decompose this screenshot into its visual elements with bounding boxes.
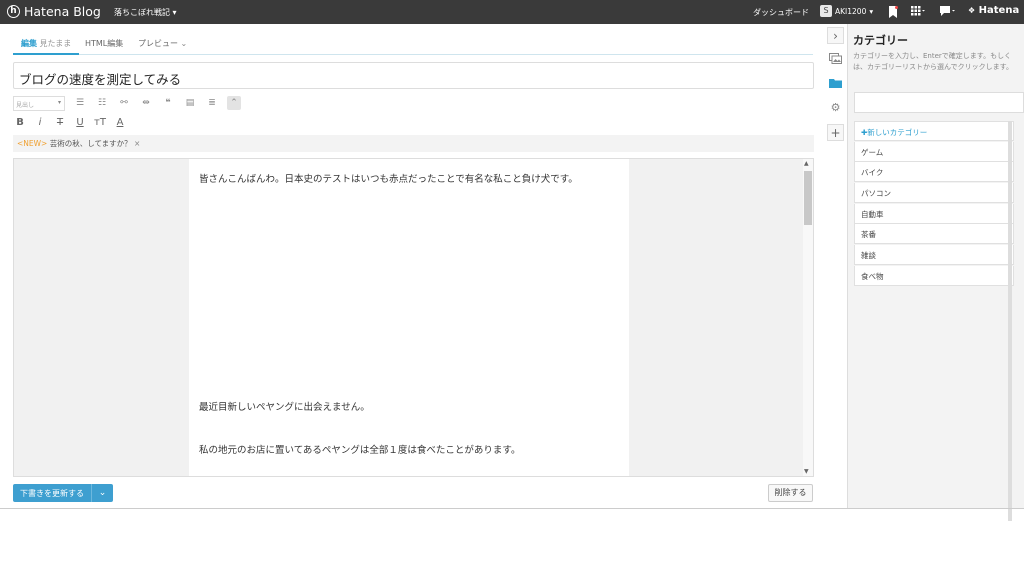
save-draft-label: 下書きを更新する [20, 489, 84, 498]
user-menu[interactable]: S AKI1200 ▾ [820, 5, 873, 17]
avatar: S [820, 5, 832, 17]
chevron-down-icon: ▾ [869, 6, 874, 16]
dashboard-link[interactable]: ダッシュボード [753, 7, 809, 18]
bold-icon[interactable]: B [13, 116, 27, 130]
category-list: ✚新しいカテゴリー ゲーム バイク パソコン 自動車 茶番 雑談 食べ物 [854, 121, 1014, 287]
divider [0, 508, 1024, 509]
logo-text: Hatena Blog [24, 4, 101, 19]
scroll-up-icon[interactable]: ▲ [804, 160, 809, 167]
heading-select[interactable]: 見出し [13, 95, 65, 111]
tab-html-edit[interactable]: HTML編集 [85, 38, 123, 55]
read-more-icon[interactable]: ≣ [205, 96, 219, 110]
chevron-down-icon: ▾ [172, 8, 177, 17]
link-icon[interactable]: ⚯ [117, 96, 131, 110]
top-navigation-bar: h Hatena Blog 落ちこぼれ戦記 ▾ ダッシュボード S AKI120… [0, 0, 1024, 24]
announcement-link[interactable]: 芸術の秋、してますか？ [50, 139, 132, 148]
category-folder-icon[interactable] [827, 76, 844, 93]
new-category-button[interactable]: ✚新しいカテゴリー [854, 121, 1014, 141]
tab-preview[interactable]: プレビュー ⌄ [138, 38, 187, 55]
body-paragraph: 皆さんこんばんわ。日本史のテストはいつも赤点だったことで有名な私こと負け犬です。 [199, 174, 578, 185]
toolbar-row-1: 見出し ☰ ☷ ⚯ ⇹ ❝ ▤ ≣ ⌃ [13, 95, 241, 111]
grid-icon[interactable] [911, 6, 925, 20]
category-description: カテゴリーを入力し、Enterで確定します。もしくは、カテゴリーリストから選んで… [853, 52, 1013, 71]
hatena-icon: ❖ [968, 6, 976, 15]
chevron-down-icon[interactable]: ⌄ [91, 484, 113, 502]
editor-area: 編集 見たまま HTML編集 プレビュー ⌄ ブログの速度を測定してみる 見出し… [0, 24, 823, 508]
category-item[interactable]: 雑談 [854, 245, 1014, 266]
blog-name-dropdown[interactable]: 落ちこぼれ戦記 ▾ [114, 7, 177, 18]
title-input[interactable]: ブログの速度を測定してみる [13, 62, 814, 89]
category-scrollbar[interactable] [1008, 121, 1012, 521]
toolbar-row-2: B i T U тT A [13, 115, 127, 131]
bookmark-icon[interactable] [888, 6, 898, 22]
underline-icon[interactable]: U [73, 116, 87, 130]
category-item[interactable]: 食べ物 [854, 265, 1014, 286]
close-icon[interactable]: × [134, 139, 140, 148]
chevron-down-icon: ⌄ [180, 39, 188, 48]
editor-tabs: 編集 見たまま HTML編集 プレビュー ⌄ [13, 35, 813, 55]
text-color-icon[interactable]: A [113, 116, 127, 130]
category-panel: カテゴリー カテゴリーを入力し、Enterで確定します。もしくは、カテゴリーリス… [848, 24, 1024, 521]
category-item[interactable]: パソコン [854, 183, 1014, 204]
announcement-banner: <NEW> 芸術の秋、してますか？ × [13, 135, 814, 152]
collapse-toolbar-icon[interactable]: ⌃ [227, 96, 241, 110]
editor-scrollbar[interactable]: ▲ ▼ [803, 159, 813, 476]
tab-wysiwyg[interactable]: 編集 見たまま [13, 38, 80, 55]
new-badge: <NEW> [17, 139, 48, 148]
horizontal-rule-icon[interactable]: ⇹ [139, 96, 153, 110]
hatena-logo-icon: h [7, 5, 20, 18]
user-name: AKI1200 [835, 6, 867, 16]
font-size-icon[interactable]: тT [93, 116, 107, 130]
numbered-list-icon[interactable]: ☷ [95, 96, 109, 110]
category-input[interactable] [854, 92, 1024, 113]
hatena-link[interactable]: ❖ Hatena [968, 5, 1019, 16]
italic-icon[interactable]: i [33, 116, 47, 130]
chat-icon[interactable] [940, 6, 956, 20]
scroll-down-icon[interactable]: ▼ [804, 468, 809, 475]
side-icon-column: › ⚙ + [823, 24, 848, 508]
quote-icon[interactable]: ❝ [161, 96, 175, 110]
chevron-right-icon[interactable]: › [827, 27, 844, 44]
category-item[interactable]: バイク [854, 162, 1014, 183]
tab-sublabel: 見たまま [39, 39, 72, 48]
delete-button[interactable]: 削除する [768, 484, 813, 502]
hatena-text: Hatena [978, 5, 1020, 16]
blog-name: 落ちこぼれ戦記 [114, 8, 170, 17]
category-item[interactable]: ゲーム [854, 141, 1014, 162]
category-item[interactable]: 茶番 [854, 224, 1014, 245]
editor-page[interactable]: 皆さんこんばんわ。日本史のテストはいつも赤点だったことで有名な私こと負け犬です。… [189, 159, 629, 476]
category-panel-title: カテゴリー [853, 34, 908, 47]
table-icon[interactable]: ▤ [183, 96, 197, 110]
gear-icon[interactable]: ⚙ [827, 99, 844, 116]
photo-upload-icon[interactable] [827, 52, 844, 69]
save-draft-button[interactable]: 下書きを更新する ⌄ [13, 484, 113, 502]
scrollbar-thumb[interactable] [804, 171, 812, 225]
tab-label: 編集 [21, 39, 37, 48]
strikethrough-icon[interactable]: T [53, 116, 67, 130]
content-editor[interactable]: 皆さんこんばんわ。日本史のテストはいつも赤点だったことで有名な私こと負け犬です。… [13, 158, 814, 477]
hatena-blog-logo[interactable]: h Hatena Blog [7, 4, 101, 19]
tab-label: プレビュー [138, 39, 178, 48]
category-item[interactable]: 自動車 [854, 203, 1014, 224]
body-paragraph: 最近目新しいペヤングに出会えません。 [199, 402, 370, 413]
bullet-list-icon[interactable]: ☰ [73, 96, 87, 110]
body-paragraph: 私の地元のお店に置いてあるペヤングは全部１度は食べたことがあります。 [199, 445, 521, 456]
plus-icon[interactable]: + [827, 124, 844, 141]
